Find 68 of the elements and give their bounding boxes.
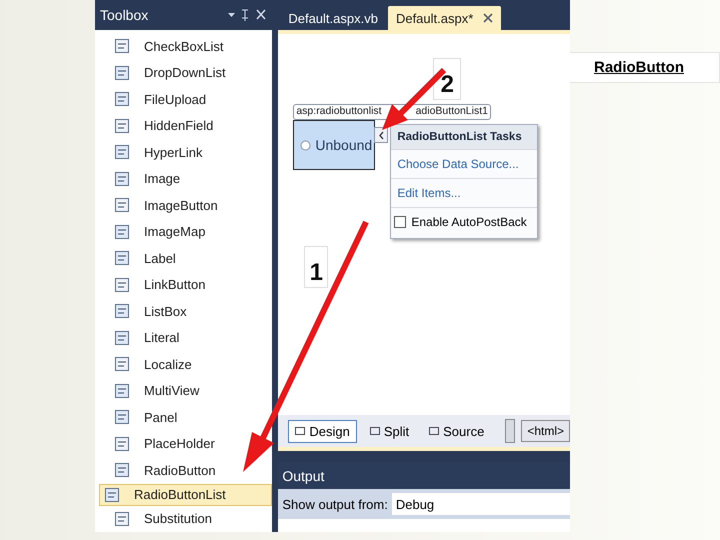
toolbox-item[interactable]: ImageButton bbox=[99, 192, 272, 218]
control-icon bbox=[114, 224, 130, 240]
toolbox-item[interactable]: Substitution bbox=[99, 506, 272, 532]
document-tab[interactable]: Default.aspx* bbox=[388, 6, 502, 30]
view-tab[interactable]: Split bbox=[362, 420, 416, 442]
step-number: 2 bbox=[433, 58, 462, 100]
radio-icon bbox=[300, 140, 312, 150]
toolbox-item[interactable]: Localize bbox=[99, 351, 272, 378]
control-icon bbox=[114, 382, 130, 399]
view-icon bbox=[295, 426, 306, 436]
control-icon bbox=[114, 144, 130, 160]
control-icon bbox=[114, 91, 130, 108]
toolbox-item[interactable]: Literal bbox=[99, 324, 272, 351]
radio-button-list-control[interactable]: Unbound bbox=[293, 120, 376, 170]
checkbox-label: Enable AutoPostBack bbox=[411, 215, 527, 229]
output-source-dropdown[interactable]: Debug bbox=[392, 493, 570, 515]
toolbox-item[interactable]: PlaceHolder bbox=[99, 430, 272, 457]
toolbox-title: Toolbox bbox=[100, 7, 148, 23]
toolbox-item[interactable]: HyperLink bbox=[99, 139, 272, 166]
toolbox-item[interactable]: CheckBoxList bbox=[99, 33, 272, 60]
toolbox-item[interactable]: ListBox bbox=[99, 298, 272, 324]
output-source-label: Show output from: bbox=[282, 496, 388, 512]
control-icon bbox=[114, 436, 130, 452]
control-icon bbox=[114, 330, 130, 346]
toolbox-item[interactable]: ImageMap bbox=[99, 218, 272, 245]
control-icon bbox=[114, 303, 130, 320]
panel-controls-icon[interactable] bbox=[226, 8, 268, 22]
checkbox[interactable] bbox=[394, 216, 406, 228]
control-icon bbox=[114, 510, 130, 527]
scroll-left-button[interactable] bbox=[505, 419, 516, 443]
toolbox-item[interactable]: HiddenField bbox=[99, 112, 272, 139]
smart-tag-button[interactable] bbox=[374, 127, 388, 143]
task-link[interactable]: Edit Items... bbox=[397, 186, 461, 200]
toolbox-item[interactable]: Label bbox=[99, 245, 272, 272]
view-tab[interactable]: Design bbox=[288, 420, 357, 442]
toolbox-item[interactable]: MultiView bbox=[99, 378, 272, 404]
view-icon bbox=[429, 426, 440, 436]
output-title: Output bbox=[282, 468, 324, 484]
chevron-icon bbox=[378, 130, 385, 140]
document-tab[interactable]: Default.aspx.vb bbox=[280, 6, 386, 30]
close-icon[interactable] bbox=[483, 13, 494, 23]
control-icon bbox=[114, 409, 130, 426]
control-icon bbox=[104, 486, 120, 502]
tag-text: adioButtonList1 bbox=[416, 105, 488, 119]
toolbox-item[interactable]: LinkButton bbox=[99, 272, 272, 298]
control-icon bbox=[114, 276, 130, 293]
toolbox-item[interactable]: RadioButton bbox=[99, 457, 272, 484]
control-icon bbox=[114, 118, 130, 134]
task-link[interactable]: Choose Data Source... bbox=[397, 157, 519, 171]
popup-title: RadioButtonList Tasks bbox=[391, 125, 538, 150]
toolbox-item[interactable]: FileUpload bbox=[99, 86, 272, 112]
control-icon bbox=[114, 38, 130, 54]
control-icon bbox=[114, 64, 130, 81]
control-icon bbox=[114, 462, 130, 478]
toolbox-item[interactable]: RadioButtonList bbox=[99, 484, 272, 506]
radio-label: Unbound bbox=[315, 137, 372, 153]
control-icon bbox=[114, 170, 130, 187]
view-tab[interactable]: Source bbox=[422, 420, 492, 442]
view-icon bbox=[370, 426, 380, 436]
toolbox-item[interactable]: Panel bbox=[99, 404, 272, 430]
toolbox-item[interactable]: Image bbox=[99, 166, 272, 192]
toolbox-item[interactable]: DropDownList bbox=[99, 60, 272, 86]
control-icon bbox=[114, 250, 130, 266]
control-icon bbox=[114, 356, 130, 372]
control-icon bbox=[114, 197, 130, 214]
tag-text: asp:radiobuttonlist bbox=[296, 105, 382, 119]
breadcrumb-tag[interactable]: <html> bbox=[521, 420, 570, 442]
step-number: 1 bbox=[304, 246, 328, 288]
